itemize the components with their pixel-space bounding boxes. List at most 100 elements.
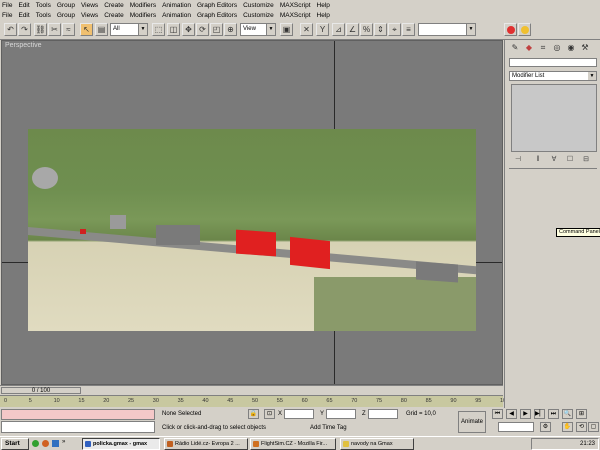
pin-stack-icon[interactable]: ⊣ [513,155,523,164]
y-coordinate-field[interactable] [326,409,356,419]
taskbar-button[interactable]: Rádio Lidé.cz- Evropa 2 ... [164,438,248,450]
percent-snap-icon[interactable]: % [360,23,373,36]
menu-tools[interactable]: Tools [36,2,51,9]
mail-icon[interactable] [52,440,59,447]
align-icon[interactable]: ⌖ [388,23,401,36]
angle-snap-icon[interactable]: ∠ [346,23,359,36]
rotate-icon[interactable]: ⟳ [196,23,209,36]
menu-animation[interactable]: Animation [162,2,191,9]
menu-tools[interactable]: Tools [36,12,51,19]
menu-graph-editors[interactable]: Graph Editors [197,12,237,19]
arc-rotate-icon[interactable]: ⟲ [576,422,587,432]
select-by-name-icon[interactable]: ▤ [95,23,108,36]
undo-icon[interactable]: ↶ [4,23,17,36]
modify-tab-icon[interactable]: ◆ [524,43,534,53]
create-tab-icon[interactable]: ✎ [510,43,520,53]
menu-customize[interactable]: Customize [243,12,274,19]
taskbar-button[interactable]: FlightSim.CZ - Mozilla Fir... [250,438,336,450]
menu-create[interactable]: Create [104,2,124,9]
x-coordinate-field[interactable] [284,409,314,419]
menu-file[interactable]: File [2,2,12,9]
pivot-center-icon[interactable]: ▣ [280,23,293,36]
menu-help[interactable]: Help [317,2,330,9]
zoom-all-icon[interactable]: ⊞ [576,409,587,419]
maxscript-listener-mini[interactable] [1,409,155,420]
redo-icon[interactable]: ↷ [18,23,31,36]
current-frame-field[interactable] [498,422,534,432]
time-config-icon[interactable]: ⚙ [540,422,551,432]
zoom-icon[interactable]: 🔍 [562,409,573,419]
spinner-snap-icon[interactable]: ⇕ [374,23,387,36]
menu-graph-editors[interactable]: Graph Editors [197,2,237,9]
menu-edit[interactable]: Edit [18,12,29,19]
start-button[interactable]: Start [1,438,29,450]
menu-file[interactable]: File [2,12,12,19]
menu-edit[interactable]: Edit [18,2,29,9]
more-icon[interactable]: » [62,439,65,445]
time-slider[interactable]: 0 / 100 [0,385,503,395]
menu-views[interactable]: Views [81,12,98,19]
pan-icon[interactable]: ✋ [562,422,573,432]
axis-constraint-icon[interactable]: Y [316,23,329,36]
named-selection-dropdown[interactable]: ▼ [418,23,476,36]
object-name-field[interactable] [509,58,597,67]
menu-maxscript[interactable]: MAXScript [280,2,311,9]
menu-customize[interactable]: Customize [243,2,274,9]
menu-group[interactable]: Group [57,12,75,19]
scale-icon[interactable]: ◰ [210,23,223,36]
modifier-stack[interactable] [511,84,597,152]
layer-manager-icon[interactable]: ≡ [402,23,415,36]
viewport-label[interactable]: Perspective [5,42,42,49]
time-slider-thumb[interactable]: 0 / 100 [1,387,81,394]
maximize-viewport-icon[interactable]: ▢ [588,422,599,432]
animate-button[interactable]: Animate [458,411,486,433]
link-icon[interactable]: ⛓ [34,23,47,36]
menu-help[interactable]: Help [317,12,330,19]
play-icon[interactable]: ▶ [520,409,531,419]
next-frame-icon[interactable]: ▶▏ [534,409,545,419]
go-to-start-icon[interactable]: ⏮ [492,409,503,419]
menu-group[interactable]: Group [57,2,75,9]
configure-sets-icon[interactable]: ⊟ [581,155,591,164]
add-time-tag[interactable]: Add Time Tag [310,425,347,431]
menu-animation[interactable]: Animation [162,12,191,19]
select-manipulate-icon[interactable]: ⊕ [224,23,237,36]
go-to-end-icon[interactable]: ⏭ [548,409,559,419]
menu-views[interactable]: Views [81,2,98,9]
material-editor-icon[interactable] [504,23,517,36]
remove-modifier-icon[interactable]: ☐ [565,155,575,164]
bind-space-warp-icon[interactable]: ≈ [62,23,75,36]
region-select-icon[interactable]: ⬚ [152,23,165,36]
taskbar-button[interactable]: navody na Gmax [340,438,414,450]
menu-modifiers[interactable]: Modifiers [130,12,156,19]
select-object-icon[interactable]: ↖ [80,23,93,36]
mirror-icon[interactable]: ✕ [300,23,313,36]
unlink-icon[interactable]: ✂ [48,23,61,36]
motion-tab-icon[interactable]: ◎ [552,43,562,53]
move-icon[interactable]: ✥ [182,23,195,36]
maxscript-listener-output[interactable] [1,421,155,433]
perspective-viewport[interactable]: Perspective [1,40,503,385]
absolute-mode-icon[interactable]: ⊡ [264,409,275,419]
previous-frame-icon[interactable]: ◀ [506,409,517,419]
snap-toggle-icon[interactable]: ⊿ [332,23,345,36]
browser-icon[interactable] [42,440,49,447]
lock-selection-icon[interactable]: 🔒 [248,409,259,419]
modifier-list-dropdown[interactable]: Modifier List ▼ [509,71,597,81]
track-bar[interactable]: 0510152025303540455055606570758085909510… [0,395,509,407]
utilities-tab-icon[interactable]: ⚒ [580,43,590,53]
taskbar-button[interactable]: policka.gmax - gmax [82,438,160,450]
reference-coordinate-dropdown[interactable]: View ▼ [240,23,276,36]
window-crossing-icon[interactable]: ◫ [167,23,180,36]
selection-filter-dropdown[interactable]: All ▼ [110,23,148,36]
quick-launch-icon[interactable] [32,440,39,447]
menu-create[interactable]: Create [104,12,124,19]
menu-modifiers[interactable]: Modifiers [130,2,156,9]
menu-maxscript[interactable]: MAXScript [280,12,311,19]
render-scene-icon[interactable] [518,23,531,36]
display-tab-icon[interactable]: ◉ [566,43,576,53]
show-end-result-icon[interactable]: ‖ [533,155,543,164]
z-coordinate-field[interactable] [368,409,398,419]
hierarchy-tab-icon[interactable]: ⌗ [538,43,548,53]
make-unique-icon[interactable]: ∀ [549,155,559,164]
